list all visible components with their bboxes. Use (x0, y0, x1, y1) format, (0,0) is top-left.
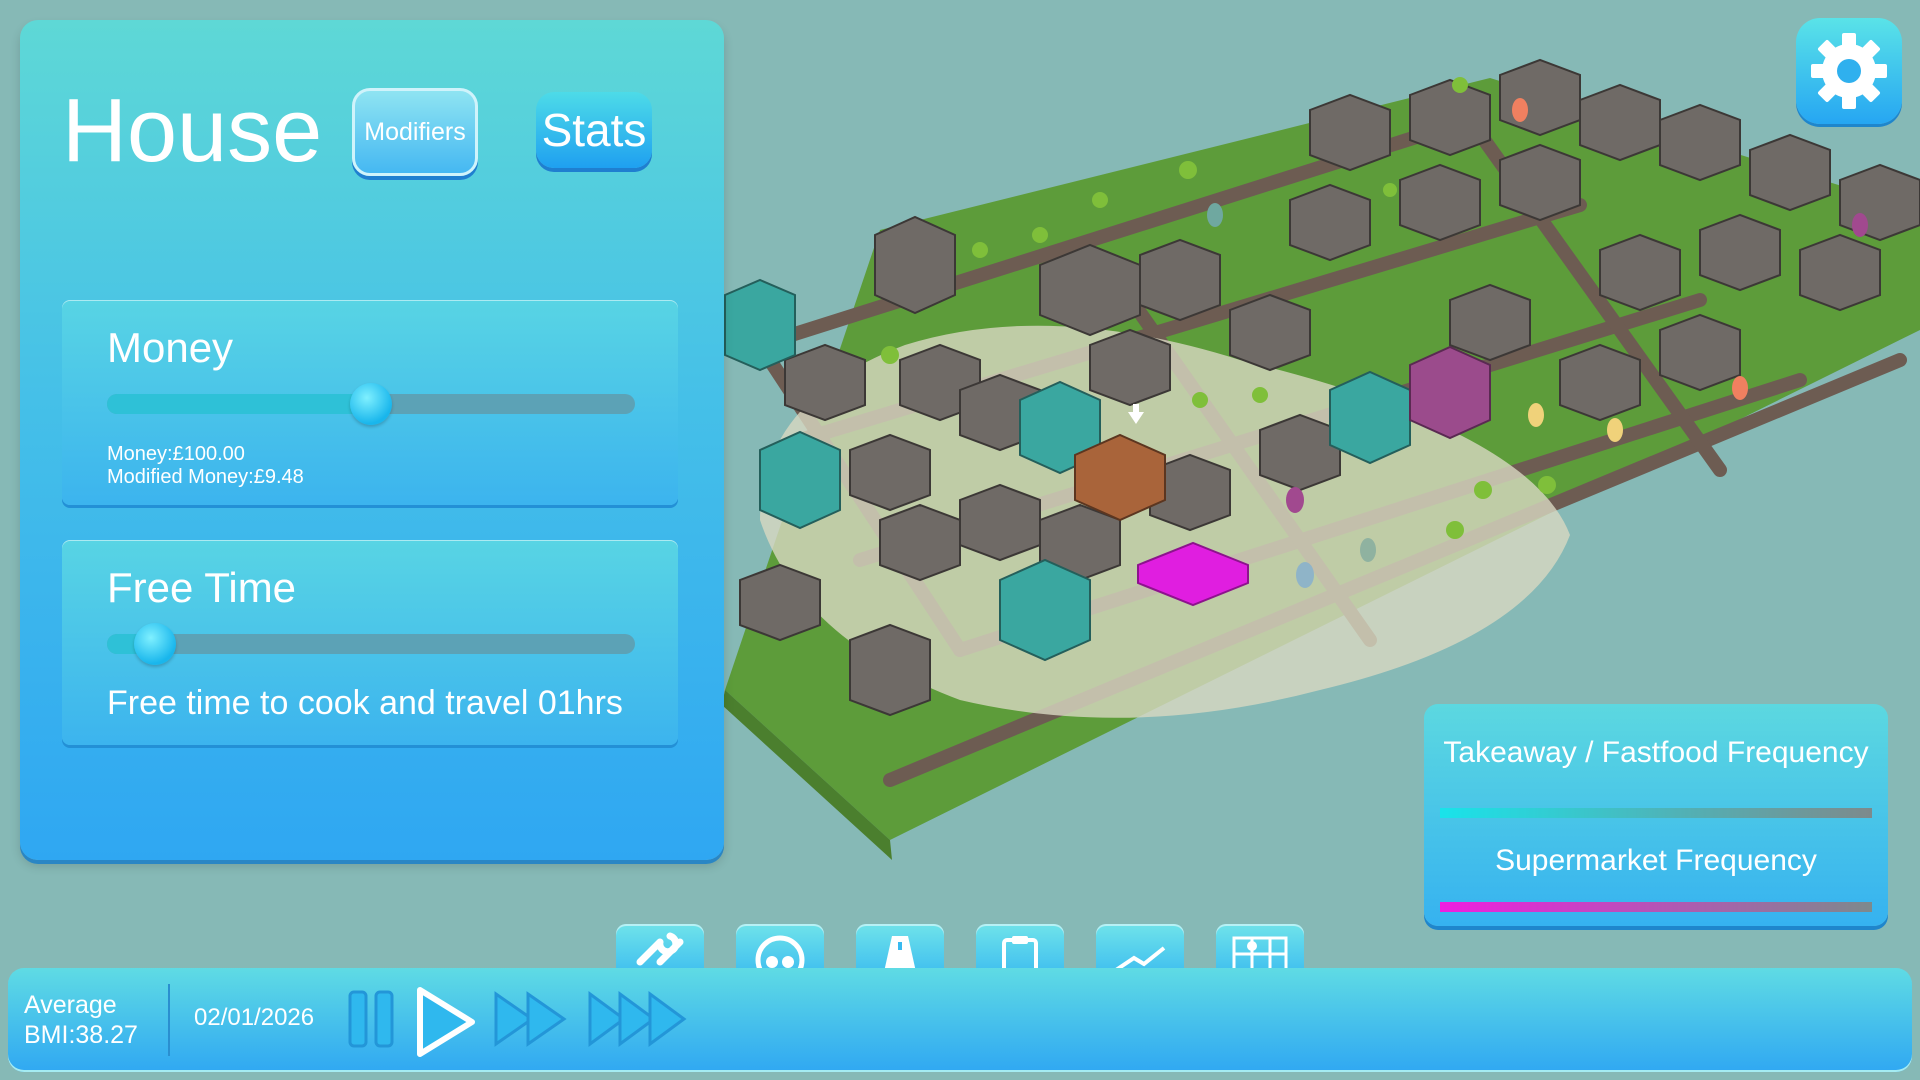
bmi-value: BMI:38.27 (24, 1021, 138, 1049)
pause-button[interactable] (342, 984, 402, 1054)
money-value: Money:£100.00 (107, 443, 245, 465)
clipboard-icon (1002, 936, 1038, 972)
food-icon (755, 935, 805, 972)
free-time-title: Free Time (107, 564, 297, 611)
money-slider-fill (107, 394, 371, 414)
play-button[interactable] (410, 984, 480, 1060)
takeaway-frequency-label: Takeaway / Fastfood Frequency (1443, 736, 1869, 769)
modified-money-value: Modified Money:£9.48 (107, 466, 304, 488)
pause-icon (348, 990, 394, 1048)
fastest-forward-icon (588, 991, 687, 1047)
frequency-panel: Takeaway / Fastfood Frequency Supermarke… (1424, 704, 1888, 926)
game-date: 02/01/2026 (194, 1004, 315, 1031)
panel-title: House (62, 81, 323, 181)
free-time-description: Free time to cook and travel 01hrs (107, 684, 623, 722)
play-icon (417, 987, 475, 1057)
free-time-card: Free Time Free time to cook and travel 0… (62, 540, 678, 745)
tool-buttons (616, 924, 1316, 980)
money-slider[interactable] (107, 383, 635, 425)
money-card: Money Money:£100.00 Modified Money:£9.48 (62, 300, 678, 505)
house-info-panel: House Modifiers Stats Money Money:£100.0… (20, 20, 724, 860)
tab-modifiers[interactable]: Modifiers (352, 88, 478, 176)
gear-icon (1811, 33, 1887, 109)
road-icon (884, 936, 916, 972)
money-title: Money (107, 324, 234, 371)
bottom-status-bar: Average BMI:38.27 02/01/2026 (8, 968, 1912, 1072)
free-time-slider-knob[interactable] (133, 623, 176, 665)
wrench-icon (636, 932, 684, 966)
settings-button[interactable] (1796, 18, 1902, 124)
supermarket-frequency-label: Supermarket Frequency (1495, 844, 1817, 877)
bmi-label: Average (24, 991, 117, 1019)
map-icon (1232, 936, 1288, 972)
money-slider-knob[interactable] (350, 383, 392, 425)
fast-forward-button[interactable] (492, 984, 572, 1054)
graph-icon (1114, 946, 1166, 972)
average-bmi: Average BMI:38.27 (24, 990, 138, 1050)
fastest-forward-button[interactable] (586, 984, 696, 1054)
supermarket-frequency-bar (1440, 902, 1872, 912)
takeaway-frequency-bar (1440, 808, 1872, 818)
tab-stats[interactable]: Stats (536, 92, 652, 168)
fast-forward-icon (494, 991, 567, 1047)
status-divider (168, 984, 170, 1056)
free-time-slider[interactable] (107, 623, 635, 665)
